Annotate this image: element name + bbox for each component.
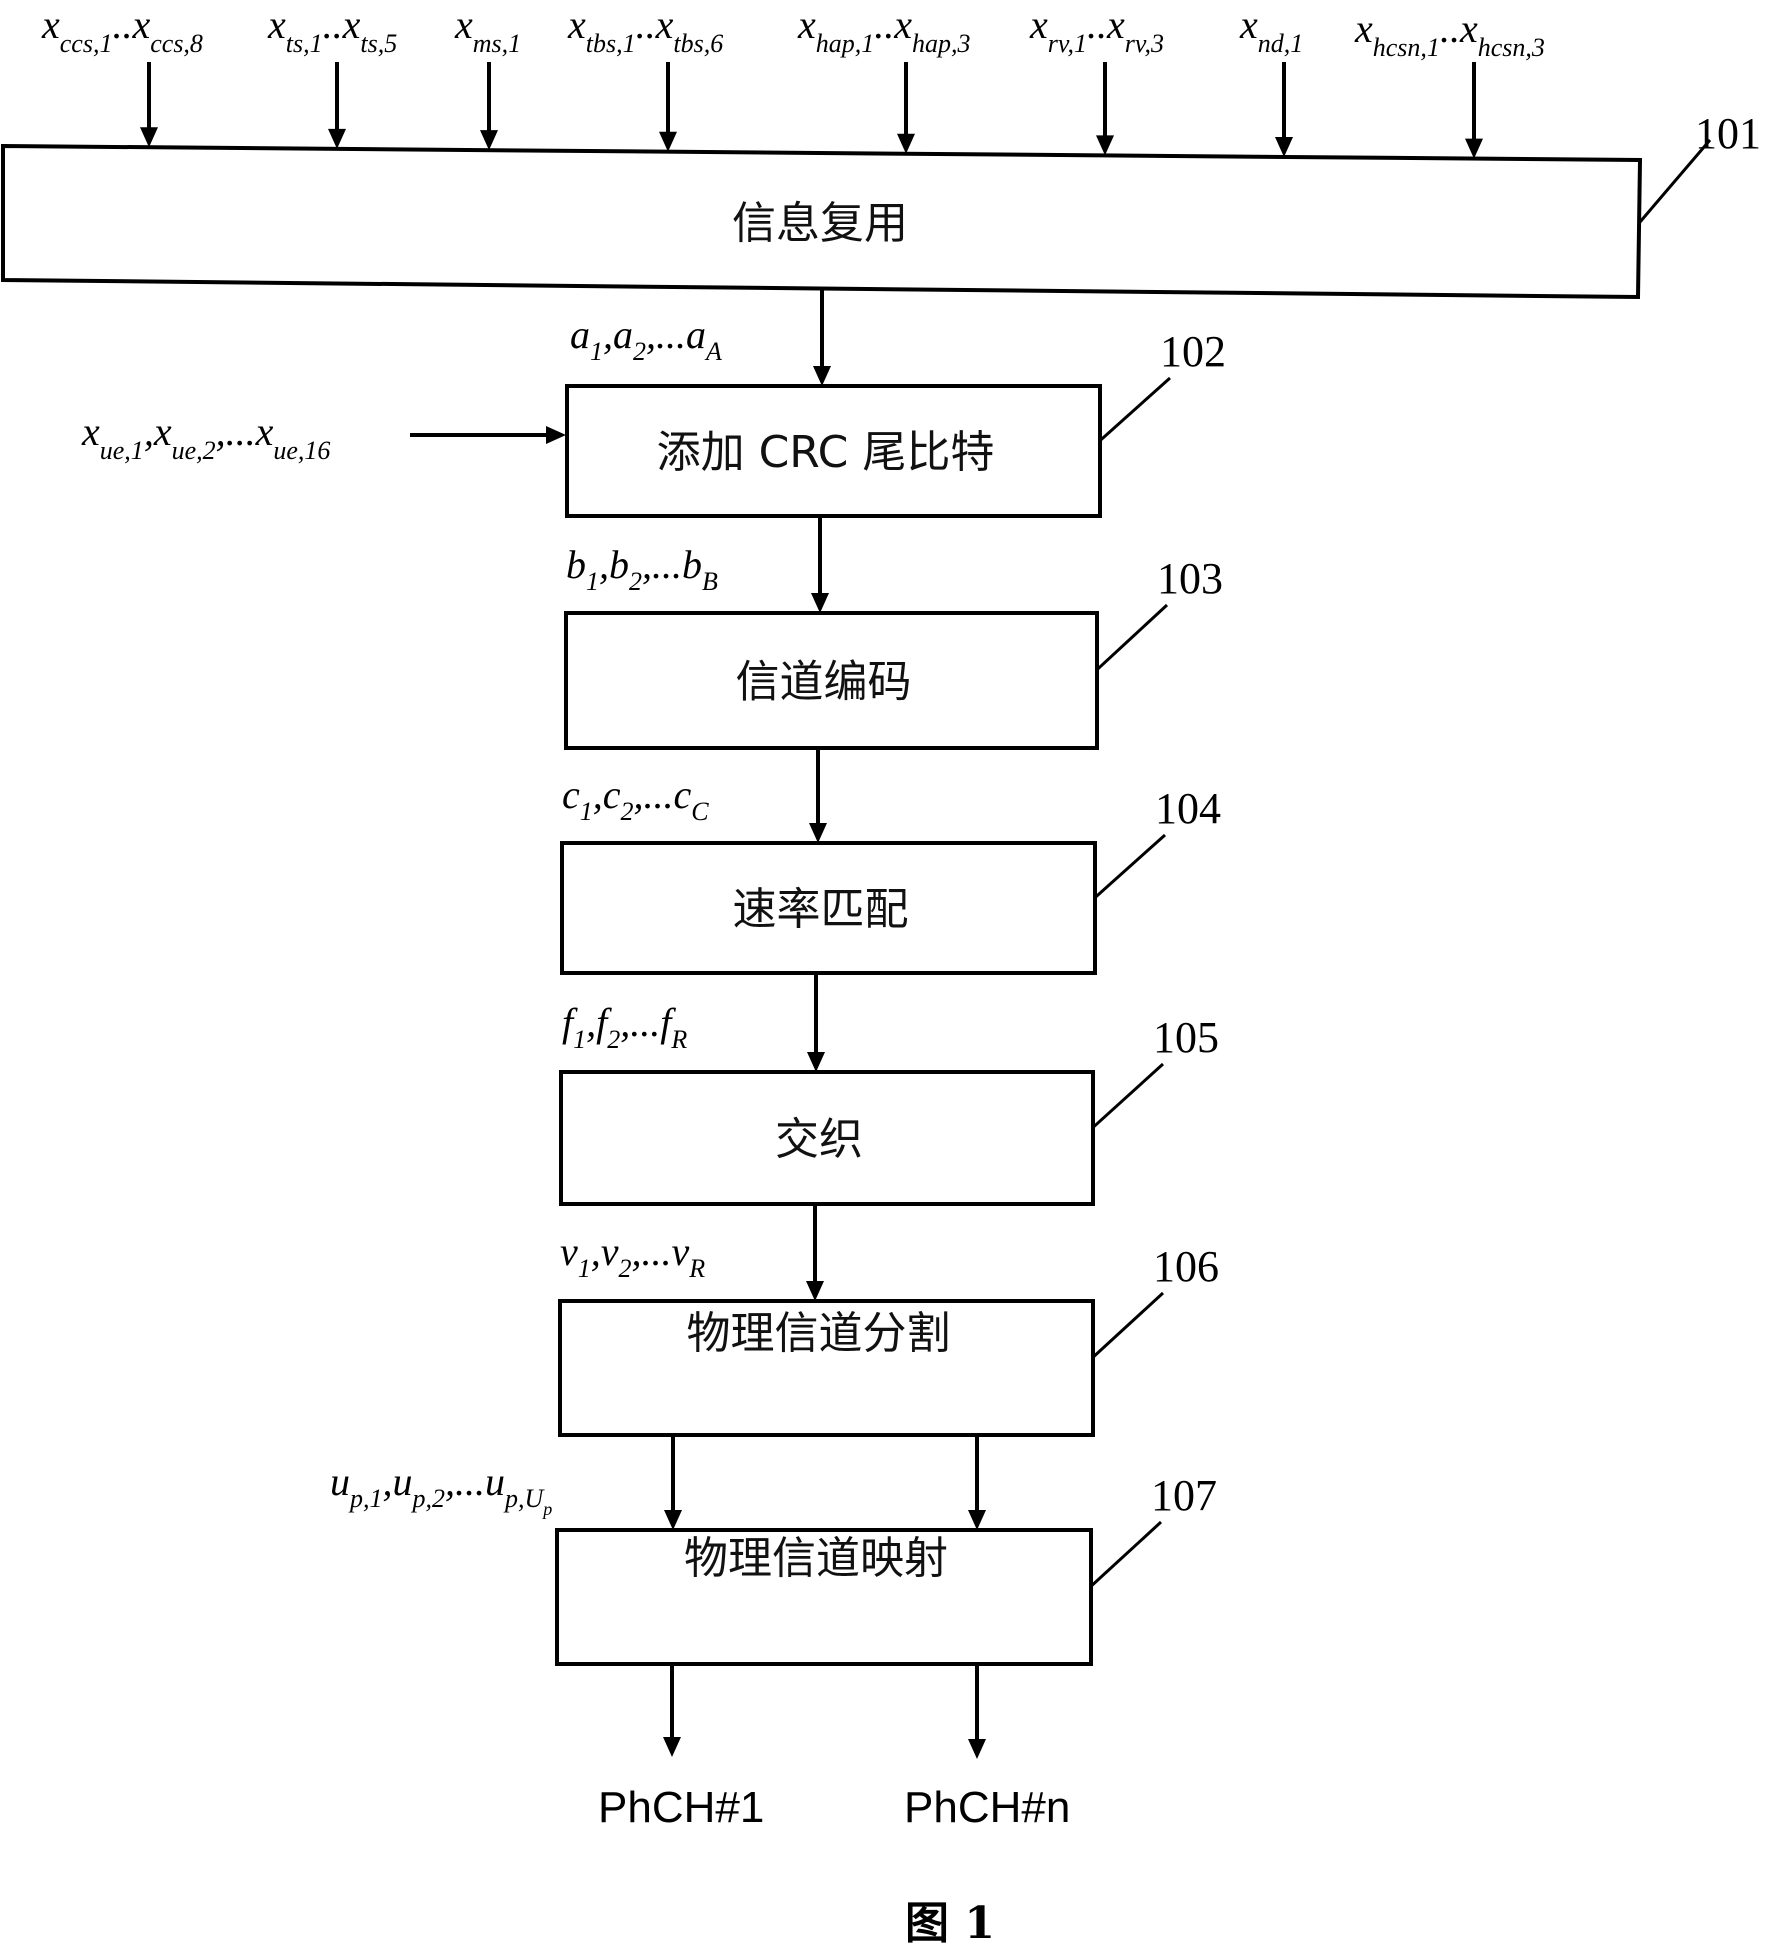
ref-103: 103 (1157, 554, 1223, 603)
top-input-arrow-1-arrowhead (140, 127, 158, 148)
input-label-ms: xms,1 (454, 2, 521, 58)
output-phch-n: PhCH#n (904, 1783, 1070, 1832)
output-phch-1: PhCH#1 (598, 1783, 764, 1832)
top-input-arrows (140, 62, 1483, 159)
signal-label-c: c1,c2,...cC (562, 772, 709, 826)
top-input-arrow-5-arrowhead (897, 133, 915, 154)
input-label-ts: xts,1..xts,5 (267, 2, 397, 58)
signal-label-v: v1,v2,...vR (560, 1229, 705, 1283)
arrow-103-104-arrowhead (809, 823, 827, 843)
block-101-label: 信息复用 (732, 198, 908, 249)
input-label-hcsn: xhcsn,1..xhcsn,3 (1354, 6, 1545, 62)
input-label-rv: xrv,1..xrv,3 (1029, 2, 1164, 58)
arrow-105-106-arrowhead (806, 1281, 824, 1301)
block-104-label: 速率匹配 (733, 884, 909, 935)
ref-104-leader (1094, 833, 1166, 899)
signal-label-b: b1,b2,...bB (566, 542, 718, 596)
ref-106-leader (1091, 1291, 1165, 1359)
signal-label-a: a1,a2,...aA (570, 312, 722, 366)
flow-diagram: xccs,1..xccs,8 xts,1..xts,5 xms,1 xtbs,1… (1, 2, 1761, 1949)
ref-107-leader (1089, 1520, 1163, 1588)
top-input-labels: xccs,1..xccs,8 xts,1..xts,5 xms,1 xtbs,1… (41, 2, 1545, 62)
block-106-label: 物理信道分割 (687, 1308, 951, 1359)
top-input-arrow-3-arrowhead (480, 130, 498, 151)
signal-label-f: f1,f2,...fR (562, 1000, 687, 1054)
top-input-arrow-8-arrowhead (1465, 138, 1483, 159)
arrow-107-phch-n-arrowhead (968, 1739, 986, 1759)
input-label-nd: xnd,1 (1239, 2, 1303, 58)
side-input-arrowhead (546, 426, 566, 444)
ref-104: 104 (1155, 784, 1221, 833)
signal-label-u: up,1,up,2,...up,Up (330, 1459, 552, 1519)
ref-105-leader (1091, 1062, 1165, 1129)
ref-105: 105 (1153, 1013, 1219, 1062)
arrow-104-105-arrowhead (807, 1052, 825, 1072)
side-input-label: xue,1,xue,2,...xue,16 (81, 409, 330, 465)
ref-106: 106 (1153, 1242, 1219, 1291)
arrow-107-phch-1-arrowhead (663, 1737, 681, 1757)
block-103-label: 信道编码 (736, 657, 912, 708)
ref-102: 102 (1160, 327, 1226, 376)
arrow-102-103-arrowhead (811, 593, 829, 613)
arrow-106-107-right-arrowhead (968, 1510, 986, 1530)
input-label-tbs: xtbs,1..xtbs,6 (567, 2, 723, 58)
block-102-label: 添加 CRC 尾比特 (657, 427, 995, 478)
figure-caption: 图 1 (905, 1898, 995, 1949)
input-label-hap: xhap,1..xhap,3 (797, 2, 971, 58)
arrow-101-102-arrowhead (813, 366, 831, 386)
block-107-label: 物理信道映射 (684, 1533, 948, 1584)
ref-103-leader (1095, 603, 1169, 671)
top-input-arrow-6-arrowhead (1096, 135, 1114, 156)
ref-102-leader (1099, 376, 1171, 442)
top-input-arrow-2-arrowhead (328, 128, 346, 149)
top-input-arrow-4-arrowhead (659, 131, 677, 152)
ref-101: 101 (1695, 109, 1761, 158)
input-label-ccs: xccs,1..xccs,8 (41, 2, 203, 58)
ref-107: 107 (1151, 1471, 1217, 1520)
arrow-106-107-left-arrowhead (664, 1510, 682, 1530)
block-105-label: 交织 (775, 1114, 863, 1165)
top-input-arrow-7-arrowhead (1275, 136, 1293, 157)
